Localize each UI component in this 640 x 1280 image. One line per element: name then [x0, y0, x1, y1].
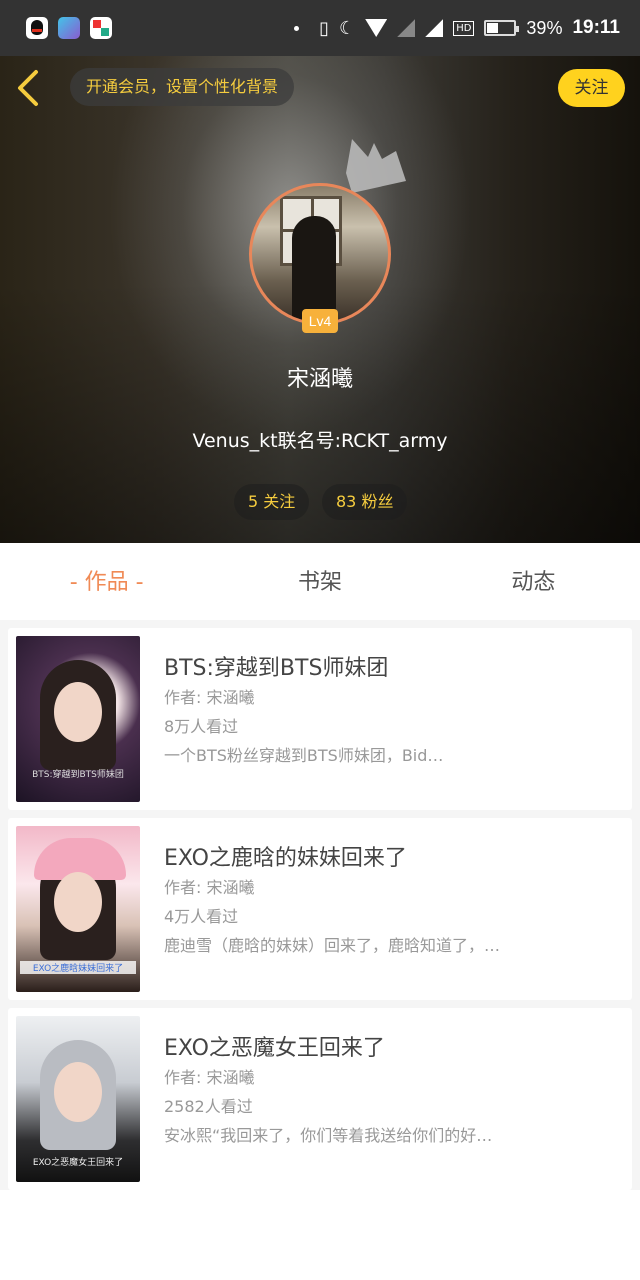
tab-activity[interactable]: 动态 [427, 543, 640, 620]
work-description: 一个BTS粉丝穿越到BTS师妹团，Bid… [164, 746, 444, 765]
tab-works[interactable]: - 作品 - [0, 543, 213, 620]
work-card[interactable]: BTS:穿越到BTS师妹团 BTS:穿越到BTS师妹团 作者: 宋涵曦 8万人看… [8, 628, 632, 810]
vibrate-icon: ▯ [319, 17, 330, 39]
notification-dot-icon [294, 25, 300, 31]
profile-header: ▯ ☾ HD 39% 19:11 开通会员，设置个性化背景 关注 Lv4 宋涵曦… [0, 0, 640, 543]
fans-count[interactable]: 83 粉丝 [322, 484, 408, 520]
level-badge: Lv4 [302, 309, 338, 333]
profile-tabs: - 作品 - 书架 动态 [0, 543, 640, 620]
battery-percent: 39% [526, 17, 563, 38]
work-card[interactable]: EXO之恶魔女王回来了 EXO之恶魔女王回来了 作者: 宋涵曦 2582人看过 … [8, 1008, 632, 1190]
moon-icon: ☾ [339, 17, 356, 39]
book-cover[interactable]: BTS:穿越到BTS师妹团 [16, 636, 140, 802]
work-title[interactable]: EXO之鹿晗的妹妹回来了 [164, 840, 407, 872]
work-views: 2582人看过 [164, 1097, 253, 1116]
qq-icon [26, 17, 48, 39]
status-bar: ▯ ☾ HD 39% 19:11 [0, 0, 640, 56]
book-cover[interactable]: EXO之恶魔女王回来了 [16, 1016, 140, 1182]
vip-background-prompt[interactable]: 开通会员，设置个性化背景 [70, 68, 295, 106]
app-icon [90, 17, 112, 39]
book-cover[interactable]: EXO之鹿晗妹妹回来了 [16, 826, 140, 992]
app-icon [58, 17, 80, 39]
works-list: BTS:穿越到BTS师妹团 BTS:穿越到BTS师妹团 作者: 宋涵曦 8万人看… [0, 620, 640, 1190]
avatar[interactable] [249, 183, 391, 325]
follow-button[interactable]: 关注 [558, 69, 625, 107]
wifi-icon [365, 19, 388, 37]
work-author: 作者: 宋涵曦 [164, 688, 255, 707]
signal-icon [425, 19, 444, 37]
work-author: 作者: 宋涵曦 [164, 1068, 255, 1087]
hd-icon: HD [453, 20, 475, 36]
signal-icon [397, 19, 416, 37]
work-description: 鹿迪雪（鹿晗的妹妹）回来了，鹿晗知道了，… [164, 936, 501, 955]
following-count[interactable]: 5 关注 [234, 484, 310, 520]
work-description: 安冰熙“我回来了，你们等着我送给你们的好… [164, 1126, 493, 1145]
work-views: 4万人看过 [164, 907, 239, 926]
work-author: 作者: 宋涵曦 [164, 878, 255, 897]
chevron-left-icon [18, 70, 38, 106]
work-card[interactable]: EXO之鹿晗妹妹回来了 EXO之鹿晗的妹妹回来了 作者: 宋涵曦 4万人看过 鹿… [8, 818, 632, 1000]
work-title[interactable]: EXO之恶魔女王回来了 [164, 1030, 385, 1062]
battery-icon [484, 20, 520, 36]
work-views: 8万人看过 [164, 717, 239, 736]
tab-bookshelf[interactable]: 书架 [213, 543, 426, 620]
user-name: 宋涵曦 [286, 367, 353, 392]
clock: 19:11 [572, 17, 620, 38]
work-title[interactable]: BTS:穿越到BTS师妹团 [164, 650, 388, 682]
user-description: Venus_kt联名号:RCKT_army [192, 430, 448, 452]
back-button[interactable] [12, 68, 48, 108]
